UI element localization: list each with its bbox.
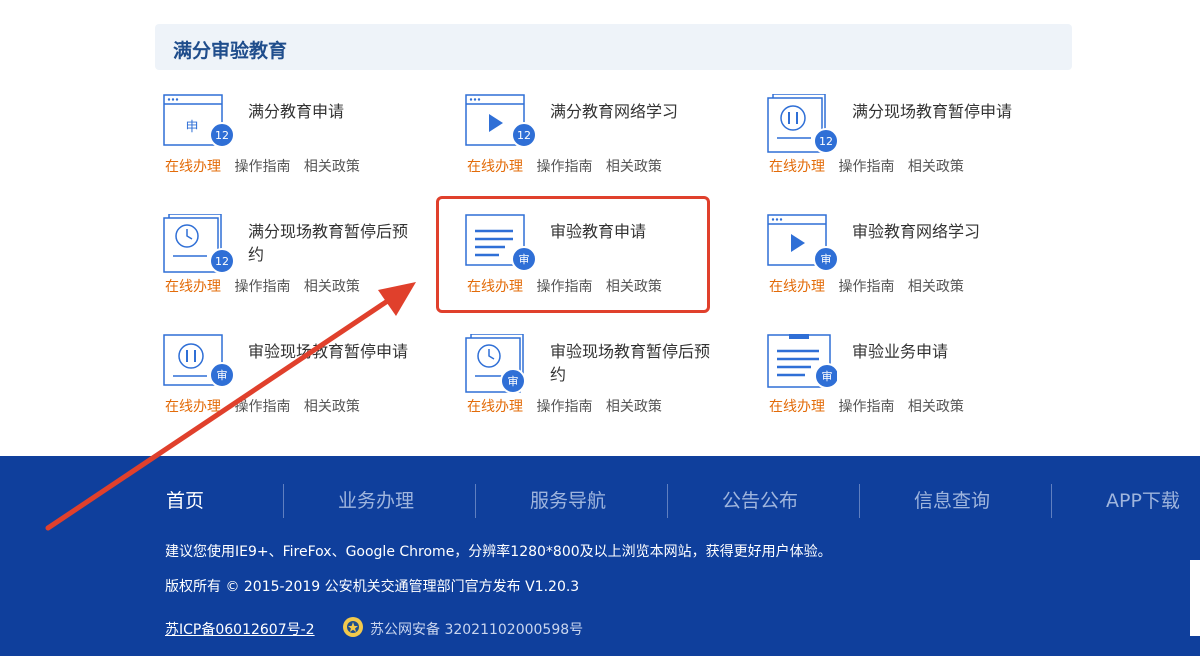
service-item[interactable]: 审 审验业务申请 在线办理 操作指南 相关政策 bbox=[767, 334, 1067, 444]
online-handling-link[interactable]: 在线办理 bbox=[769, 159, 825, 175]
service-item[interactable]: 审 审验现场教育暂停申请 在线办理 操作指南 相关政策 bbox=[163, 334, 463, 444]
online-handling-link[interactable]: 在线办理 bbox=[165, 279, 221, 295]
badge-label: 12 bbox=[215, 129, 229, 142]
nav-home[interactable]: 首页 bbox=[166, 484, 204, 518]
footer: 首页 业务办理 服务导航 公告公布 信息查询 APP下载 建议您使用IE9+、F… bbox=[0, 456, 1200, 656]
nav-announcements[interactable]: 公告公布 bbox=[722, 484, 798, 518]
nav-divider bbox=[667, 484, 668, 518]
operation-guide-link[interactable]: 操作指南 bbox=[838, 159, 894, 175]
service-links: 在线办理 操作指南 相关政策 bbox=[769, 156, 973, 176]
service-name[interactable]: 审验教育网络学习 bbox=[852, 220, 1017, 243]
nav-business[interactable]: 业务办理 bbox=[338, 484, 414, 518]
service-name[interactable]: 满分教育申请 bbox=[248, 100, 413, 123]
nav-divider bbox=[475, 484, 476, 518]
clock-icon: 审 bbox=[465, 334, 526, 394]
service-name[interactable]: 审验业务申请 bbox=[852, 340, 1017, 363]
online-handling-link[interactable]: 在线办理 bbox=[165, 159, 221, 175]
related-policy-link[interactable]: 相关政策 bbox=[908, 159, 964, 175]
badge-label: 审 bbox=[508, 374, 519, 388]
related-policy-link[interactable]: 相关政策 bbox=[304, 159, 360, 175]
badge-label: 审 bbox=[822, 369, 833, 383]
operation-guide-link[interactable]: 操作指南 bbox=[536, 399, 592, 415]
related-policy-link[interactable]: 相关政策 bbox=[304, 279, 360, 295]
service-links: 在线办理 操作指南 相关政策 bbox=[769, 276, 973, 296]
service-name[interactable]: 审验现场教育暂停申请 bbox=[248, 340, 413, 363]
nav-service-guide[interactable]: 服务导航 bbox=[530, 484, 606, 518]
service-item[interactable]: 申 12 满分教育申请 在线办理 操作指南 相关政策 bbox=[163, 94, 463, 204]
service-links: 在线办理 操作指南 相关政策 bbox=[165, 156, 369, 176]
icon-glyph: 申 bbox=[185, 120, 198, 135]
video-play-icon: 12 bbox=[465, 94, 535, 148]
online-handling-link[interactable]: 在线办理 bbox=[165, 399, 221, 415]
badge-label: 审 bbox=[217, 368, 228, 382]
operation-guide-link[interactable]: 操作指南 bbox=[234, 279, 290, 295]
service-item[interactable]: 审 审验教育网络学习 在线办理 操作指南 相关政策 bbox=[767, 214, 1067, 324]
copyright: 版权所有 © 2015-2019 公安机关交通管理部门官方发布 V1.20.3 bbox=[165, 579, 580, 595]
service-links: 在线办理 操作指南 相关政策 bbox=[165, 396, 369, 416]
related-policy-link[interactable]: 相关政策 bbox=[908, 279, 964, 295]
nav-info-query[interactable]: 信息查询 bbox=[914, 484, 990, 518]
clock-icon: 12 bbox=[163, 214, 233, 274]
police-emblem-icon bbox=[343, 617, 363, 637]
service-name[interactable]: 满分现场教育暂停后预约 bbox=[248, 220, 413, 266]
service-name[interactable]: 满分教育网络学习 bbox=[550, 100, 715, 123]
online-handling-link[interactable]: 在线办理 bbox=[769, 279, 825, 295]
badge-label: 12 bbox=[819, 135, 833, 148]
service-name[interactable]: 满分现场教育暂停申请 bbox=[852, 100, 1017, 123]
online-handling-link[interactable]: 在线办理 bbox=[467, 159, 523, 175]
online-handling-link[interactable]: 在线办理 bbox=[769, 399, 825, 415]
service-links: 在线办理 操作指南 相关政策 bbox=[165, 276, 369, 296]
related-policy-link[interactable]: 相关政策 bbox=[304, 399, 360, 415]
operation-guide-link[interactable]: 操作指南 bbox=[838, 279, 894, 295]
icp-link[interactable]: 苏ICP备06012607号-2 bbox=[165, 619, 315, 639]
related-policy-link[interactable]: 相关政策 bbox=[606, 399, 662, 415]
badge-label: 审 bbox=[821, 252, 832, 266]
related-policy-link[interactable]: 相关政策 bbox=[606, 159, 662, 175]
qr-code-icon bbox=[1190, 560, 1200, 636]
police-record-link[interactable]: 苏公网安备 32021102000598号 bbox=[370, 619, 583, 639]
operation-guide-link[interactable]: 操作指南 bbox=[234, 399, 290, 415]
service-item[interactable]: 12 满分现场教育暂停后预约 在线办理 操作指南 相关政策 bbox=[163, 214, 463, 324]
operation-guide-link[interactable]: 操作指南 bbox=[234, 159, 290, 175]
application-form-icon: 申 12 bbox=[163, 94, 233, 148]
service-item[interactable]: 12 满分教育网络学习 在线办理 操作指南 相关政策 bbox=[465, 94, 765, 204]
highlight-box bbox=[436, 196, 710, 313]
badge-label: 12 bbox=[215, 255, 229, 268]
operation-guide-link[interactable]: 操作指南 bbox=[838, 399, 894, 415]
nav-app-download[interactable]: APP下载 bbox=[1106, 484, 1180, 518]
browser-note: 建议您使用IE9+、FireFox、Google Chrome，分辨率1280*… bbox=[165, 544, 832, 560]
service-item[interactable]: 审 审验现场教育暂停后预约 在线办理 操作指南 相关政策 bbox=[465, 334, 765, 444]
nav-divider bbox=[859, 484, 860, 518]
service-item[interactable]: 12 满分现场教育暂停申请 在线办理 操作指南 相关政策 bbox=[767, 94, 1067, 204]
service-links: 在线办理 操作指南 相关政策 bbox=[467, 396, 671, 416]
nav-divider bbox=[1051, 484, 1052, 518]
related-policy-link[interactable]: 相关政策 bbox=[908, 399, 964, 415]
online-handling-link[interactable]: 在线办理 bbox=[467, 399, 523, 415]
pause-icon: 12 bbox=[767, 94, 837, 154]
footer-nav: 首页 业务办理 服务导航 公告公布 信息查询 APP下载 bbox=[0, 484, 1200, 524]
nav-divider bbox=[283, 484, 284, 518]
pause-icon: 审 bbox=[163, 334, 233, 388]
service-name[interactable]: 审验现场教育暂停后预约 bbox=[550, 340, 715, 386]
video-play-icon: 审 bbox=[767, 214, 837, 272]
badge-label: 12 bbox=[517, 129, 531, 142]
service-links: 在线办理 操作指南 相关政策 bbox=[769, 396, 973, 416]
service-links: 在线办理 操作指南 相关政策 bbox=[467, 156, 671, 176]
clipboard-icon: 审 bbox=[767, 334, 837, 389]
operation-guide-link[interactable]: 操作指南 bbox=[536, 159, 592, 175]
